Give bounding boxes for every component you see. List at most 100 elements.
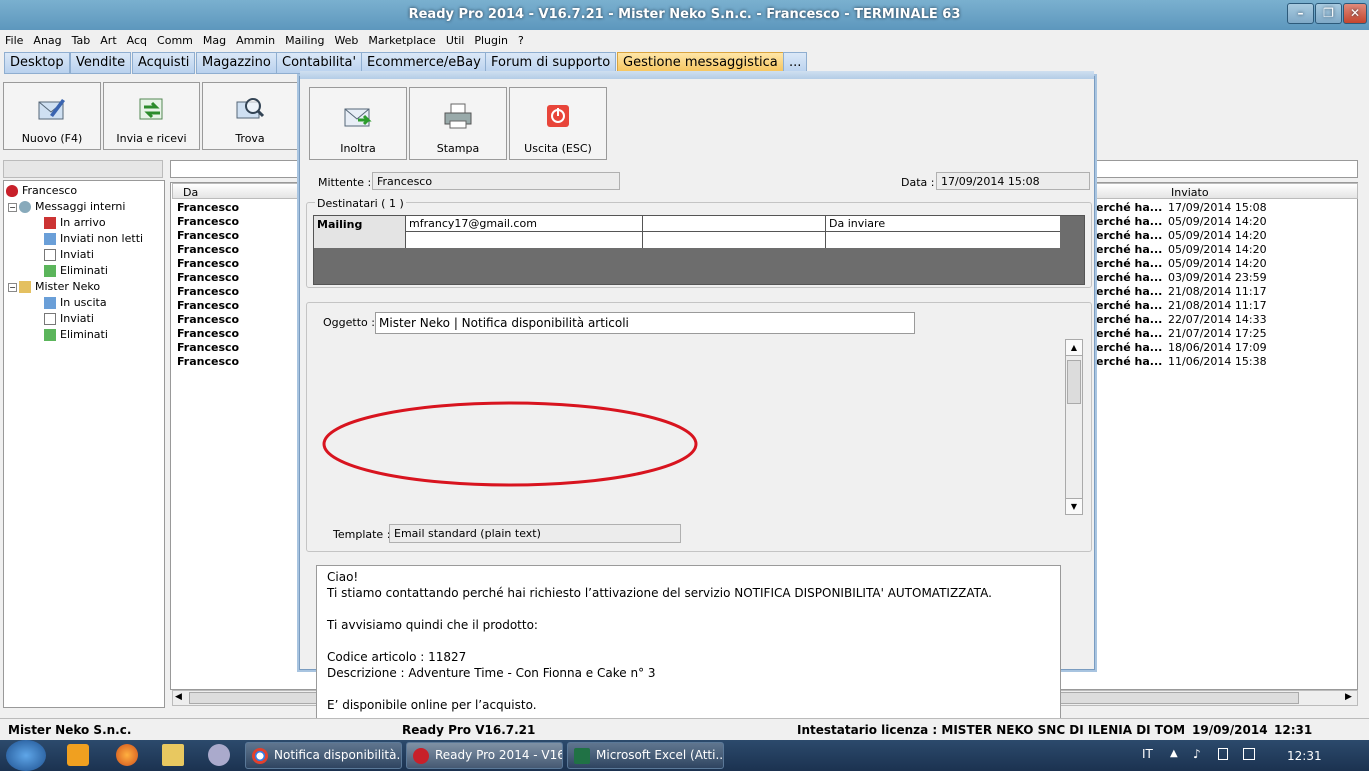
tab-desktop[interactable]: Desktop — [4, 52, 70, 74]
volume-icon[interactable]: ♪ — [1193, 747, 1201, 761]
message-body[interactable]: Ciao! Ti stiamo contattando perché hai ri… — [316, 565, 1061, 741]
scroll-left-icon[interactable]: ◀ — [175, 692, 182, 702]
forward-button[interactable]: Inoltra — [309, 87, 407, 160]
table-row-subject[interactable]: erché ha... — [1096, 313, 1162, 326]
table-row-from[interactable]: Francesco — [177, 313, 239, 326]
window-title-bar[interactable]: Ready Pro 2014 - V16.7.21 - Mister Neko … — [0, 0, 1369, 30]
menu-util[interactable]: Util — [441, 30, 469, 47]
restore-button[interactable]: ❐ — [1315, 3, 1342, 24]
menu-acq[interactable]: Acq — [122, 30, 152, 47]
table-row-subject[interactable]: erché ha... — [1096, 327, 1162, 340]
menu-file[interactable]: File — [0, 30, 28, 47]
table-row-from[interactable]: Francesco — [177, 341, 239, 354]
table-row-date[interactable]: 21/08/2014 11:17 — [1168, 299, 1267, 312]
taskbar-app-readypro[interactable]: Ready Pro 2014 - V16... — [406, 742, 563, 769]
menu-mag[interactable]: Mag — [198, 30, 231, 47]
tree-item-outbox[interactable]: In uscita — [44, 296, 107, 309]
find-button[interactable]: Trova — [202, 82, 298, 150]
tree-internal[interactable]: − Messaggi interni — [8, 200, 125, 213]
folder-icon[interactable] — [162, 744, 184, 766]
menu-mailing[interactable]: Mailing — [280, 30, 329, 47]
table-row-date[interactable]: 17/09/2014 15:08 — [1168, 201, 1267, 214]
tree-item-deleted[interactable]: Eliminati — [44, 328, 108, 341]
table-row-from[interactable]: Francesco — [177, 271, 239, 284]
display-icon[interactable] — [1243, 748, 1255, 760]
firefox-icon[interactable] — [116, 744, 138, 766]
table-row-subject[interactable]: erché ha... — [1096, 271, 1162, 284]
menu-comm[interactable]: Comm — [152, 30, 198, 47]
taskbar-app-chrome[interactable]: Notifica disponibilità... — [245, 742, 402, 769]
menu-web[interactable]: Web — [329, 30, 363, 47]
tab-vendite[interactable]: Vendite — [70, 52, 132, 74]
tree-item-inbox[interactable]: In arrivo — [44, 216, 106, 229]
table-row-from[interactable]: Francesco — [177, 299, 239, 312]
col-sent-header[interactable]: Inviato — [1171, 186, 1209, 199]
menu-art[interactable]: Art — [95, 30, 121, 47]
table-row-from[interactable]: Francesco — [177, 201, 239, 214]
scroll-down-icon[interactable]: ▼ — [1066, 498, 1082, 514]
close-button[interactable]: ✕ — [1343, 3, 1367, 24]
table-row-date[interactable]: 05/09/2014 14:20 — [1168, 243, 1267, 256]
table-row-subject[interactable]: erché ha... — [1096, 299, 1162, 312]
table-row-subject[interactable]: erché ha... — [1096, 355, 1162, 368]
table-row-date[interactable]: 05/09/2014 14:20 — [1168, 257, 1267, 270]
table-row-subject[interactable]: erché ha... — [1096, 201, 1162, 214]
menu-anag[interactable]: Anag — [28, 30, 66, 47]
table-row-date[interactable]: 21/07/2014 17:25 — [1168, 327, 1267, 340]
menu-marketplace[interactable]: Marketplace — [363, 30, 440, 47]
taskbar-clock[interactable]: 12:31 — [1287, 749, 1322, 763]
start-button[interactable] — [6, 740, 46, 771]
scroll-up-icon[interactable]: ▲ — [1066, 340, 1082, 356]
table-row-date[interactable]: 11/06/2014 15:38 — [1168, 355, 1267, 368]
language-indicator[interactable]: IT — [1142, 747, 1153, 761]
scroll-right-icon[interactable]: ▶ — [1345, 692, 1352, 702]
menu-help[interactable]: ? — [513, 30, 529, 47]
table-row-date[interactable]: 21/08/2014 11:17 — [1168, 285, 1267, 298]
table-row-date[interactable]: 03/09/2014 23:59 — [1168, 271, 1267, 284]
tree-item-sent[interactable]: Inviati — [44, 312, 94, 325]
table-row-from[interactable]: Francesco — [177, 243, 239, 256]
tray-arrow-icon[interactable]: ▲ — [1170, 748, 1178, 759]
table-row-from[interactable]: Francesco — [177, 327, 239, 340]
tree-item-sent[interactable]: Inviati — [44, 248, 94, 261]
collapse-toggle-icon[interactable]: − — [8, 283, 17, 292]
network-icon[interactable] — [1218, 748, 1228, 760]
table-row-date[interactable]: 22/07/2014 14:33 — [1168, 313, 1267, 326]
taskbar-app-excel[interactable]: Microsoft Excel (Atti... — [567, 742, 724, 769]
filter-field[interactable] — [3, 160, 163, 178]
new-button[interactable]: Nuovo (F4) — [3, 82, 101, 150]
menu-tab[interactable]: Tab — [67, 30, 96, 47]
tree-item-sent-unread[interactable]: Inviati non letti — [44, 232, 143, 245]
recipient-row[interactable]: Mailing mfrancy17@gmail.com Da inviare — [314, 216, 1060, 248]
table-row-date[interactable]: 18/06/2014 17:09 — [1168, 341, 1267, 354]
table-row-from[interactable]: Francesco — [177, 285, 239, 298]
table-row-date[interactable]: 05/09/2014 14:20 — [1168, 215, 1267, 228]
col-from-header[interactable]: Da — [183, 186, 198, 199]
minimize-button[interactable]: – — [1287, 3, 1314, 24]
tree-item-deleted[interactable]: Eliminati — [44, 264, 108, 277]
table-row-date[interactable]: 05/09/2014 14:20 — [1168, 229, 1267, 242]
table-row-subject[interactable]: erché ha... — [1096, 229, 1162, 242]
table-row-from[interactable]: Francesco — [177, 215, 239, 228]
table-row-subject[interactable]: erché ha... — [1096, 341, 1162, 354]
table-row-from[interactable]: Francesco — [177, 355, 239, 368]
send-receive-button[interactable]: Invia e ricevi — [103, 82, 200, 150]
tab-acquisti[interactable]: Acquisti — [132, 52, 196, 74]
tree-account[interactable]: − Mister Neko — [8, 280, 100, 293]
subject-field[interactable]: Mister Neko | Notifica disponibilità art… — [375, 312, 915, 334]
print-button[interactable]: Stampa — [409, 87, 507, 160]
table-row-from[interactable]: Francesco — [177, 229, 239, 242]
exit-button[interactable]: Uscita (ESC) — [509, 87, 607, 160]
collapse-toggle-icon[interactable]: − — [8, 203, 17, 212]
table-row-from[interactable]: Francesco — [177, 257, 239, 270]
office-icon[interactable] — [67, 744, 89, 766]
table-row-subject[interactable]: erché ha... — [1096, 215, 1162, 228]
table-row-subject[interactable]: erché ha... — [1096, 257, 1162, 270]
table-row-subject[interactable]: erché ha... — [1096, 243, 1162, 256]
recipient-email[interactable]: mfrancy17@gmail.com — [406, 216, 643, 232]
tab-magazzino[interactable]: Magazzino — [196, 52, 277, 74]
paint-icon[interactable] — [208, 744, 230, 766]
body-scroll-thumb[interactable] — [1067, 360, 1081, 404]
menu-plugin[interactable]: Plugin — [469, 30, 513, 47]
menu-ammin[interactable]: Ammin — [231, 30, 280, 47]
